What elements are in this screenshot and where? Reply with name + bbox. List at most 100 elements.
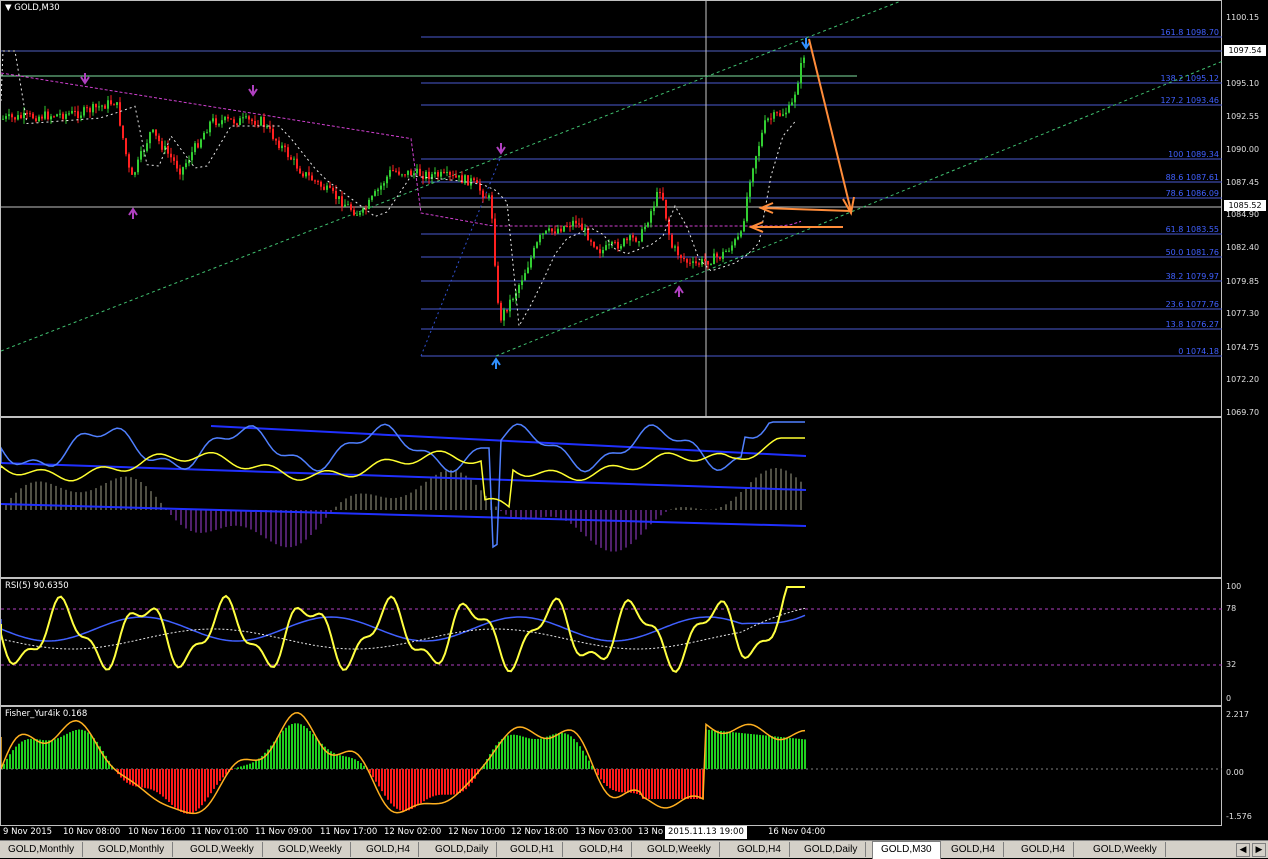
candle-body bbox=[608, 244, 610, 246]
candle-body bbox=[641, 229, 643, 242]
candle-body bbox=[350, 204, 352, 210]
candle-body bbox=[77, 111, 79, 118]
candle-body bbox=[446, 172, 448, 173]
candle-body bbox=[755, 156, 757, 169]
candle-body bbox=[260, 116, 262, 126]
candle-body bbox=[596, 246, 598, 250]
candle-body bbox=[389, 170, 391, 177]
candle-body bbox=[782, 114, 784, 116]
candle-body bbox=[665, 199, 667, 219]
candle-body bbox=[338, 196, 340, 199]
candle-body bbox=[656, 192, 658, 207]
candle-body bbox=[371, 195, 373, 200]
candle-body bbox=[152, 129, 154, 133]
candle-body bbox=[674, 246, 676, 248]
candle-body bbox=[374, 191, 376, 196]
candle-body bbox=[707, 261, 709, 265]
candle-body bbox=[740, 231, 742, 237]
chart-tab[interactable]: GOLD,H4 bbox=[729, 842, 790, 857]
time-axis-label: 10 Nov 08:00 bbox=[63, 827, 121, 837]
candle-body bbox=[170, 153, 172, 158]
candle-body bbox=[518, 285, 520, 293]
fib-level-label: 127.2 1093.46 bbox=[1160, 96, 1219, 105]
tab-scroll-right-button[interactable]: ▶ bbox=[1252, 843, 1266, 857]
chart-tab[interactable]: GOLD,Weekly bbox=[270, 842, 351, 857]
chart-tab[interactable]: GOLD,Daily bbox=[427, 842, 498, 857]
candle-body bbox=[404, 174, 406, 176]
candle-body bbox=[11, 114, 13, 118]
candle-body bbox=[551, 228, 553, 232]
candle-body bbox=[506, 309, 508, 312]
candle-body bbox=[242, 117, 244, 119]
chart-tab[interactable]: GOLD,H4 bbox=[1013, 842, 1074, 857]
chart-tab[interactable]: GOLD,H4 bbox=[943, 842, 1004, 857]
oscillator-canvas bbox=[1, 421, 807, 552]
rsi-axis-label: 32 bbox=[1226, 660, 1237, 669]
chart-tab[interactable]: GOLD,Monthly bbox=[0, 842, 84, 857]
chart-tab[interactable]: GOLD,Monthly bbox=[90, 842, 174, 857]
price-axis-label: 1074.75 bbox=[1226, 343, 1260, 352]
candle-body bbox=[617, 241, 619, 249]
candle-body bbox=[602, 250, 604, 254]
channel-upper-line bbox=[1, 1, 902, 352]
chart-tab[interactable]: GOLD,H1 bbox=[502, 842, 563, 857]
chart-tab[interactable]: GOLD,H4 bbox=[571, 842, 632, 857]
candle-body bbox=[362, 208, 364, 213]
chart-tab[interactable]: GOLD,M30 bbox=[872, 841, 941, 859]
candle-body bbox=[401, 174, 403, 176]
candle-body bbox=[38, 116, 40, 122]
price-axis-label: 1079.85 bbox=[1226, 277, 1260, 286]
candle-body bbox=[449, 172, 451, 175]
candle-body bbox=[305, 172, 307, 177]
rsi-pane[interactable]: RSI(5) 90.6350 bbox=[0, 578, 1223, 706]
candle-body bbox=[5, 116, 7, 119]
chart-tab[interactable]: GOLD,Weekly bbox=[639, 842, 720, 857]
candle-body bbox=[89, 108, 91, 113]
candle-body bbox=[428, 171, 430, 179]
fisher-axis: 2.217 0.00 -1.576 bbox=[1222, 706, 1268, 826]
candle-body bbox=[80, 115, 82, 118]
fib-level-label: 88.6 1087.61 bbox=[1166, 173, 1219, 182]
candle-body bbox=[746, 196, 748, 222]
candle-body bbox=[95, 104, 97, 108]
chart-tab[interactable]: GOLD,Weekly bbox=[182, 842, 263, 857]
oscillator-pane[interactable] bbox=[0, 417, 1222, 578]
chart-tab[interactable]: GOLD,H4 bbox=[358, 842, 419, 857]
candle-body bbox=[53, 116, 55, 118]
rsi-canvas bbox=[1, 586, 1223, 673]
candle-body bbox=[206, 132, 208, 134]
tab-scroll-left-button[interactable]: ◀ bbox=[1236, 843, 1250, 857]
candle-body bbox=[416, 168, 418, 174]
candle-body bbox=[116, 102, 118, 105]
candle-body bbox=[2, 118, 4, 120]
chart-tab[interactable]: GOLD,Weekly bbox=[1085, 842, 1166, 857]
main-chart-pane[interactable]: 161.8 1098.70 138.2 1095.12 127.2 1093.46 1… bbox=[0, 0, 1223, 418]
candle-body bbox=[590, 240, 592, 242]
fisher-axis-label: 2.217 bbox=[1226, 710, 1249, 719]
fisher-pane[interactable]: Fisher_Yur4ik 0.168 bbox=[0, 706, 1223, 826]
candle-body bbox=[320, 181, 322, 187]
candle-body bbox=[500, 302, 502, 321]
candle-body bbox=[50, 116, 52, 120]
candle-body bbox=[440, 171, 442, 177]
candle-body bbox=[785, 112, 787, 115]
candle-body bbox=[533, 247, 535, 258]
current-price-tag: 1085.52 bbox=[1224, 200, 1266, 211]
candle-body bbox=[737, 236, 739, 240]
price-chart-canvas[interactable]: 161.8 1098.70 138.2 1095.12 127.2 1093.46 1… bbox=[1, 1, 1223, 418]
oscillator-axis bbox=[1222, 417, 1268, 578]
fib-anchor-line bbox=[420, 155, 502, 357]
candle-body bbox=[107, 100, 109, 109]
candle-body bbox=[542, 233, 544, 235]
candle-body bbox=[659, 192, 661, 193]
candle-body bbox=[647, 222, 649, 227]
candle-body bbox=[275, 138, 277, 141]
candle-body bbox=[86, 107, 88, 109]
candle-body bbox=[473, 178, 475, 181]
candle-body bbox=[254, 120, 256, 125]
candle-body bbox=[803, 57, 805, 63]
ma-slow-line bbox=[1, 72, 802, 227]
candle-body bbox=[224, 116, 226, 121]
candle-body bbox=[299, 168, 301, 174]
chart-tab[interactable]: GOLD,Daily bbox=[796, 842, 867, 857]
